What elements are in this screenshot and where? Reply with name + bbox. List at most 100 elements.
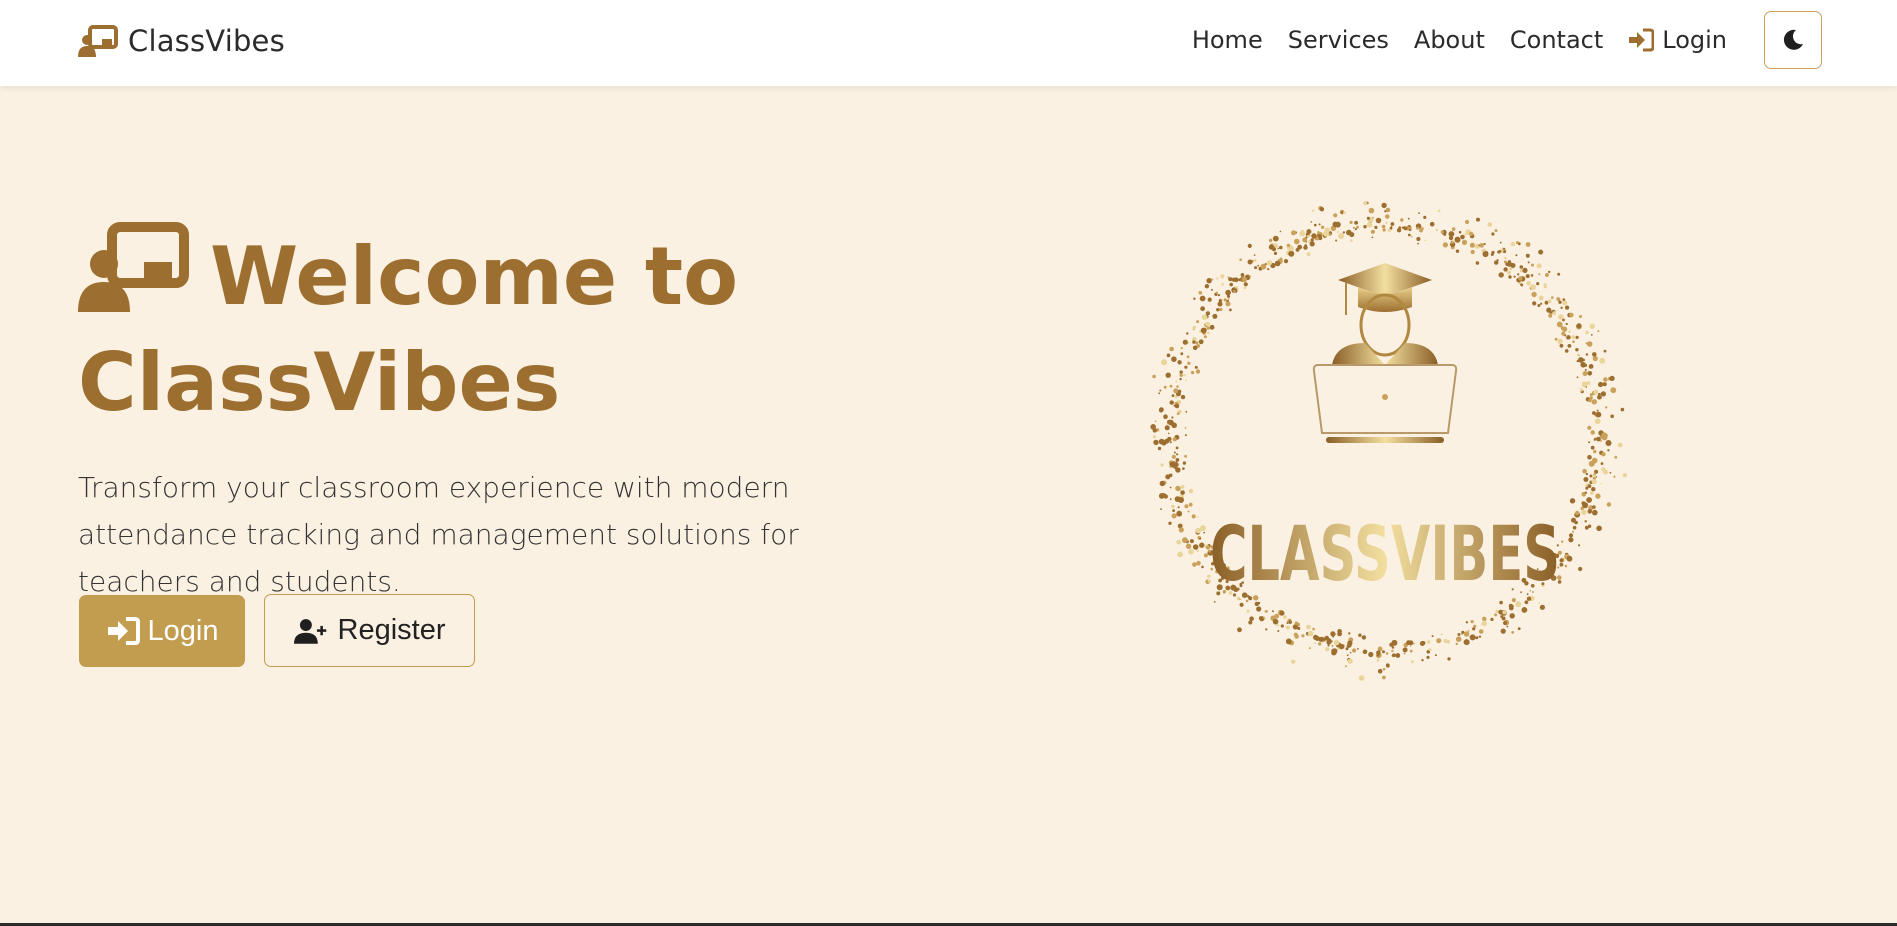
ring-speckle xyxy=(1371,236,1374,239)
ring-speckle xyxy=(1163,385,1167,389)
ring-speckle xyxy=(1307,630,1314,637)
ring-speckle xyxy=(1167,436,1172,442)
ring-speckle xyxy=(1213,601,1216,603)
hero-login-button[interactable]: Login xyxy=(79,595,245,667)
ring-speckle xyxy=(1517,627,1521,631)
ring-speckle xyxy=(1363,201,1368,206)
ring-speckle xyxy=(1188,549,1194,555)
ring-speckle xyxy=(1152,428,1157,433)
ring-speckle xyxy=(1613,475,1616,478)
ring-speckle xyxy=(1374,225,1378,229)
ring-speckle xyxy=(1410,660,1414,664)
ring-speckle xyxy=(1272,618,1279,625)
ring-speckle xyxy=(1530,274,1534,277)
ring-speckle xyxy=(1413,643,1415,645)
nav-home[interactable]: Home xyxy=(1192,26,1263,54)
ring-speckle xyxy=(1426,655,1430,659)
ring-speckle xyxy=(1382,675,1386,680)
ring-speckle xyxy=(1455,642,1458,646)
ring-speckle xyxy=(1531,263,1534,267)
ring-speckle xyxy=(1190,370,1195,375)
ring-speckle xyxy=(1475,261,1480,265)
ring-speckle xyxy=(1323,230,1330,237)
ring-speckle xyxy=(1216,277,1219,280)
ring-speckle xyxy=(1536,263,1542,269)
ring-speckle xyxy=(1614,455,1618,459)
ring-speckle xyxy=(1159,480,1165,487)
ring-speckle xyxy=(1195,341,1199,345)
ring-speckle xyxy=(1338,233,1345,239)
nav-services[interactable]: Services xyxy=(1288,26,1389,54)
ring-speckle xyxy=(1576,376,1579,379)
ring-speckle xyxy=(1239,598,1241,601)
ring-speckle xyxy=(1591,488,1593,491)
ring-speckle xyxy=(1277,247,1280,250)
ring-speckle xyxy=(1154,420,1157,422)
ring-speckle xyxy=(1598,381,1604,388)
ring-speckle xyxy=(1524,600,1529,605)
ring-speckle xyxy=(1494,613,1498,617)
ring-speckle xyxy=(1409,228,1412,232)
ring-speckle xyxy=(1176,385,1179,388)
ring-speckle xyxy=(1318,223,1321,226)
ring-speckle xyxy=(1307,235,1310,238)
ring-speckle xyxy=(1402,647,1408,653)
ring-speckle xyxy=(1564,349,1569,353)
ring-speckle xyxy=(1569,498,1576,504)
ring-speckle xyxy=(1288,250,1295,257)
ring-speckle xyxy=(1599,357,1606,364)
nav-about[interactable]: About xyxy=(1414,26,1485,54)
ring-speckle xyxy=(1334,221,1341,228)
ring-speckle xyxy=(1391,649,1394,653)
moon-icon xyxy=(1783,29,1803,50)
ring-speckle xyxy=(1586,341,1593,347)
ring-speckle xyxy=(1525,274,1530,279)
ring-speckle xyxy=(1511,598,1516,603)
ring-speckle xyxy=(1483,242,1486,246)
ring-speckle xyxy=(1376,650,1381,655)
ring-speckle xyxy=(1257,601,1261,605)
ring-speckle xyxy=(1395,653,1401,658)
nav-contact[interactable]: Contact xyxy=(1510,26,1603,54)
ring-speckle xyxy=(1283,615,1287,619)
hero-register-button[interactable]: Register xyxy=(264,594,475,667)
ring-speckle xyxy=(1552,311,1557,316)
ring-speckle xyxy=(1391,639,1398,646)
ring-speckle xyxy=(1594,469,1599,474)
ring-speckle xyxy=(1312,627,1315,631)
ring-speckle xyxy=(1410,235,1413,238)
ring-speckle xyxy=(1503,267,1508,272)
ring-speckle xyxy=(1494,229,1498,233)
ring-speckle xyxy=(1543,285,1547,289)
ring-speckle xyxy=(1498,609,1504,615)
ring-speckle xyxy=(1469,634,1476,641)
ring-speckle xyxy=(1589,393,1593,397)
ring-speckle xyxy=(1501,616,1506,621)
ring-speckle xyxy=(1469,242,1475,248)
ring-speckle xyxy=(1185,543,1192,549)
ring-speckle xyxy=(1584,520,1587,523)
ring-speckle xyxy=(1295,248,1300,252)
ring-speckle xyxy=(1385,207,1391,213)
nav-login[interactable]: Login xyxy=(1628,26,1727,54)
ring-speckle xyxy=(1538,295,1544,301)
ring-speckle xyxy=(1502,610,1507,615)
ring-speckle xyxy=(1200,306,1205,312)
ring-speckle xyxy=(1557,272,1561,276)
ring-speckle xyxy=(1182,537,1188,544)
theme-toggle-button[interactable] xyxy=(1764,11,1822,69)
ring-speckle xyxy=(1346,654,1349,656)
ring-speckle xyxy=(1418,212,1420,214)
ring-speckle xyxy=(1538,249,1544,255)
ring-speckle xyxy=(1272,235,1279,242)
ring-speckle xyxy=(1557,338,1563,344)
brand-link[interactable]: ClassVibes xyxy=(78,24,285,58)
ring-speckle xyxy=(1385,221,1388,224)
ring-speckle xyxy=(1169,441,1172,444)
ring-speckle xyxy=(1440,230,1444,234)
ring-speckle xyxy=(1525,253,1530,258)
ring-speckle xyxy=(1178,497,1184,503)
ring-speckle xyxy=(1283,259,1289,264)
ring-speckle xyxy=(1353,226,1355,229)
ring-speckle xyxy=(1176,486,1181,492)
